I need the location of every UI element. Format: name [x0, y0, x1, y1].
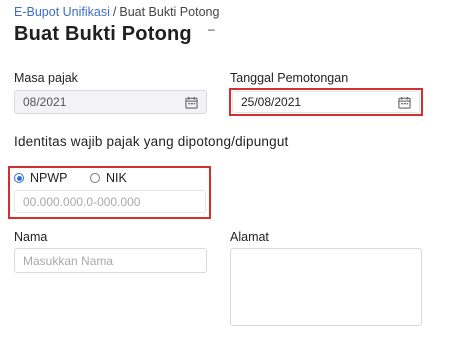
radio-npwp[interactable]: NPWP — [14, 171, 68, 185]
alamat-label: Alamat — [230, 230, 269, 244]
tanggal-pemotongan-value: 25/08/2021 — [241, 95, 302, 109]
masa-pajak-label: Masa pajak — [14, 71, 78, 85]
nama-input[interactable]: Masukkan Nama — [14, 248, 207, 273]
tanggal-pemotongan-field[interactable]: 25/08/2021 — [232, 91, 420, 113]
calendar-icon — [185, 96, 198, 109]
nama-placeholder: Masukkan Nama — [23, 253, 114, 268]
radio-nik[interactable]: NIK — [90, 171, 127, 185]
npwp-input[interactable]: 00.000.000.0-000.000 — [14, 190, 206, 213]
breadcrumb: E-Bupot Unifikasi / Buat Bukti Potong — [14, 5, 219, 19]
radio-nik-label: NIK — [106, 171, 127, 185]
tanggal-pemotongan-label: Tanggal Pemotongan — [230, 71, 349, 85]
nama-label: Nama — [14, 230, 48, 244]
minus-icon[interactable]: – — [208, 22, 215, 36]
calendar-icon[interactable] — [398, 96, 411, 109]
page-title: Buat Bukti Potong — [14, 23, 192, 45]
masa-pajak-value: 08/2021 — [23, 95, 67, 109]
radio-npwp-indicator[interactable] — [14, 173, 24, 183]
npwp-placeholder: 00.000.000.0-000.000 — [23, 194, 141, 209]
alamat-textarea[interactable] — [230, 248, 422, 326]
identitas-heading: Identitas wajib pajak yang dipotong/dipu… — [14, 134, 289, 149]
radio-nik-indicator[interactable] — [90, 173, 100, 183]
radio-npwp-label: NPWP — [30, 171, 68, 185]
breadcrumb-current: Buat Bukti Potong — [119, 5, 220, 19]
breadcrumb-link-ebupot[interactable]: E-Bupot Unifikasi — [14, 5, 110, 19]
breadcrumb-separator: / — [112, 5, 117, 19]
masa-pajak-field: 08/2021 — [14, 90, 207, 114]
